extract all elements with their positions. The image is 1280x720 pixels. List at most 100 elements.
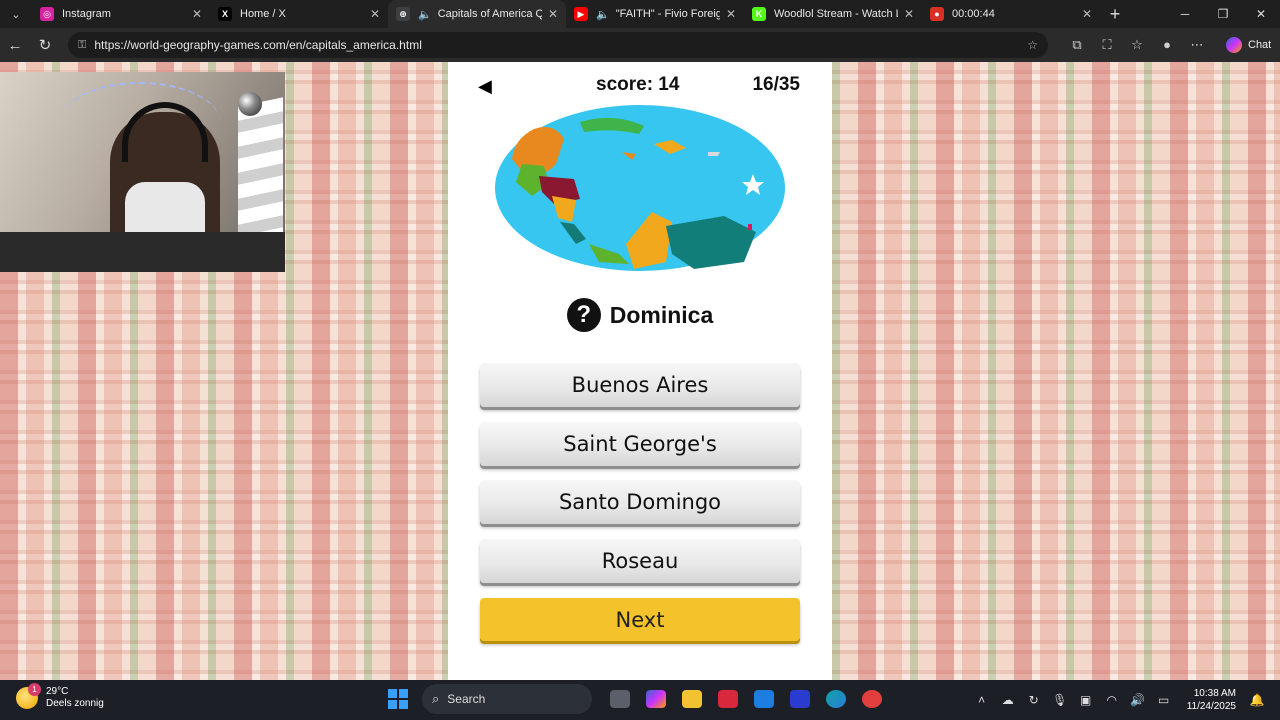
- tab-title: Home / X: [240, 8, 286, 20]
- browser-tab[interactable]: ⊕ 🔈 Capitals of America Qui ✕: [388, 0, 566, 28]
- close-tab-icon[interactable]: ✕: [904, 7, 914, 21]
- new-tab-button[interactable]: +: [1100, 4, 1130, 25]
- close-tab-icon[interactable]: ✕: [370, 7, 380, 21]
- page-viewport: ◀ score: 14 16/35 ? Dominica Buenos Aire…: [0, 62, 1280, 680]
- browser-toolbar: ← ↻ ⚿ https://world-geography-games.com/…: [0, 28, 1280, 62]
- reload-icon[interactable]: ↻: [30, 30, 60, 60]
- next-button[interactable]: Next: [480, 598, 800, 641]
- tab-title: Instagram: [62, 8, 111, 20]
- favorites-icon[interactable]: ☆: [1122, 37, 1152, 53]
- answer-button[interactable]: Saint George's: [480, 422, 800, 466]
- microphone-icon[interactable]: 🎙: [1047, 693, 1073, 707]
- pinned-apps: [602, 684, 890, 714]
- sync-icon[interactable]: ↻: [1021, 693, 1047, 707]
- chevron-up-icon[interactable]: ˄: [969, 693, 995, 707]
- speaker-icon[interactable]: 🔈: [596, 8, 610, 21]
- volume-icon[interactable]: 🔊: [1125, 693, 1151, 707]
- question-row: ? Dominica: [448, 298, 832, 332]
- restore-icon[interactable]: ❐: [1204, 0, 1242, 28]
- clock-time: 10:38 AM: [1193, 688, 1236, 699]
- back-arrow-icon[interactable]: ←: [0, 30, 30, 60]
- question-counter: 16/35: [752, 74, 800, 95]
- weather-widget[interactable]: 1 29°C Deels zonnig: [16, 683, 104, 710]
- tab-favicon-icon: ◎: [40, 7, 54, 21]
- minimize-icon[interactable]: ─: [1166, 0, 1204, 28]
- favorite-star-icon[interactable]: ☆: [1027, 38, 1038, 52]
- taskbar-search[interactable]: ⌕ Search: [422, 684, 592, 714]
- address-bar[interactable]: ⚿ https://world-geography-games.com/en/c…: [68, 32, 1048, 58]
- extensions-icon[interactable]: ⧉: [1062, 37, 1092, 53]
- weather-text: 29°C Deels zonnig: [46, 686, 104, 710]
- profile-icon[interactable]: ●: [1152, 37, 1182, 53]
- system-tray: ˄ ☁ ↻ 🎙 ▣ ◠ 🔊 ▭ 10:38 AM 11/24/2025 🔔: [969, 680, 1270, 720]
- country-name: Dominica: [609, 301, 714, 328]
- search-label: Search: [447, 692, 486, 706]
- close-tab-icon[interactable]: ✕: [726, 7, 736, 21]
- bomb-icon: [238, 92, 262, 116]
- tab-title: Capitals of America Qui: [437, 8, 542, 20]
- tab-favicon-icon: ●: [930, 7, 944, 21]
- notifications-icon[interactable]: 🔔: [1244, 693, 1270, 707]
- back-triangle-icon[interactable]: ◀: [478, 76, 492, 97]
- edge-icon[interactable]: [818, 684, 854, 714]
- tab-list: ◎ Instagram ✕ X Home / X ✕ ⊕ 🔈 Capitals of Ameri…: [32, 0, 1100, 28]
- task-view-icon[interactable]: [602, 684, 638, 714]
- browser-tab-strip: ⌄ ◎ Instagram ✕ X Home / X ✕ ⊕ 🔈 Capitals of Ame…: [0, 0, 1280, 28]
- app-l-icon[interactable]: [782, 684, 818, 714]
- close-tab-icon[interactable]: ✕: [1082, 7, 1092, 21]
- windows-start-icon[interactable]: [388, 689, 408, 709]
- store-icon[interactable]: [710, 684, 746, 714]
- close-tab-icon[interactable]: ✕: [192, 7, 202, 21]
- tab-list-menu-icon[interactable]: ⌄: [0, 0, 32, 28]
- site-info-icon[interactable]: ⚿: [78, 39, 86, 52]
- clock[interactable]: 10:38 AM 11/24/2025: [1187, 687, 1236, 713]
- tab-title: "FAITH" - Fivio Foreign: [615, 8, 720, 20]
- puerto-rico-region: [708, 152, 720, 156]
- tray-app-icon[interactable]: ▣: [1073, 693, 1099, 707]
- tab-favicon-icon: X: [218, 7, 232, 21]
- close-tab-icon[interactable]: ✕: [548, 7, 558, 21]
- quiz-panel: ◀ score: 14 16/35 ? Dominica Buenos Aire…: [448, 62, 832, 680]
- chat-label: Chat: [1248, 39, 1272, 51]
- battery-icon[interactable]: ▭: [1151, 693, 1177, 707]
- more-menu-icon[interactable]: ⋯: [1182, 37, 1212, 53]
- notification-badge: 1: [28, 683, 41, 696]
- sun-icon: 1: [16, 683, 41, 709]
- file-explorer-icon[interactable]: [674, 684, 710, 714]
- clock-date: 11/24/2025: [1186, 701, 1236, 712]
- url-text: https://world-geography-games.com/en/cap…: [94, 38, 422, 52]
- answer-button[interactable]: Buenos Aires: [480, 363, 800, 407]
- tab-title: 00:00:44: [952, 8, 995, 20]
- browser-tab[interactable]: ▶ 🔈 "FAITH" - Fivio Foreign ✕: [566, 0, 744, 28]
- browser-tab[interactable]: ◎ Instagram ✕: [32, 0, 210, 28]
- cloud-icon[interactable]: ☁: [995, 693, 1021, 707]
- desk: [0, 232, 285, 272]
- weather-desc: Deels zonnig: [46, 698, 104, 709]
- weather-temp: 29°C: [46, 686, 69, 697]
- os-taskbar: 1 29°C Deels zonnig ⌕ Search ˄ ☁ ↻ 🎙 ▣ ◠: [0, 680, 1280, 720]
- browser-tab[interactable]: ● 00:00:44 ✕: [922, 0, 1100, 28]
- toolbar-icons: ⧉ ⛶ ☆ ● ⋯: [1062, 37, 1212, 53]
- copilot-icon: [1226, 37, 1242, 53]
- score-display: score: 14: [596, 74, 680, 95]
- close-window-icon[interactable]: ✕: [1242, 0, 1280, 28]
- tab-title: Woodlol Stream - Watch Liv: [774, 8, 898, 20]
- answer-button[interactable]: Roseau: [480, 539, 800, 583]
- search-icon: ⌕: [432, 691, 440, 706]
- browser-tab[interactable]: X Home / X ✕: [210, 0, 388, 28]
- speaker-icon[interactable]: 🔈: [418, 8, 432, 21]
- recorder-icon[interactable]: [854, 684, 890, 714]
- answer-button[interactable]: Santo Domingo: [480, 480, 800, 524]
- browser-tab[interactable]: K Woodlol Stream - Watch Liv ✕: [744, 0, 922, 28]
- trinidad-marker: [748, 224, 752, 230]
- tab-favicon-icon: ⊕: [396, 7, 410, 21]
- copilot-app-icon[interactable]: [638, 684, 674, 714]
- split-screen-icon[interactable]: ⛶: [1092, 37, 1122, 53]
- wifi-icon[interactable]: ◠: [1099, 693, 1125, 707]
- mail-icon[interactable]: [746, 684, 782, 714]
- caribbean-map: [495, 105, 785, 271]
- copilot-chat-button[interactable]: Chat: [1218, 33, 1279, 57]
- tab-favicon-icon: ▶: [574, 7, 588, 21]
- window-controls: ─ ❐ ✕: [1166, 0, 1280, 28]
- question-mark-icon: ?: [566, 298, 601, 332]
